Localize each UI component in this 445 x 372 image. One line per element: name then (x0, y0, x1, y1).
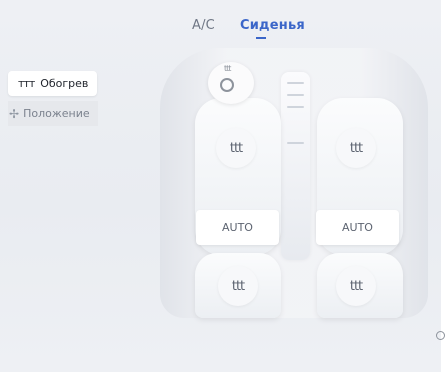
seat-heat-rear-left-icon[interactable]: ttt (218, 266, 258, 306)
console-detail (287, 142, 304, 144)
steering-wheel-heat-button[interactable]: ttt (208, 62, 254, 104)
heat-mode-button[interactable]: ттт Обогрев (8, 71, 97, 96)
seat-heat-rear-right-icon[interactable]: ttt (336, 266, 376, 306)
steering-wheel-icon (220, 78, 234, 92)
info-icon[interactable] (436, 331, 445, 340)
console-detail (287, 94, 304, 96)
seat-heat-icon: ттт (18, 77, 35, 90)
position-mode-label: Положение (23, 107, 90, 120)
console-detail (287, 82, 304, 84)
heat-mode-label: Обогрев (40, 77, 89, 90)
panel-edge (441, 0, 445, 372)
tab-seats[interactable]: Сиденья (240, 18, 305, 33)
car-top-view: ttt (160, 48, 428, 318)
console-detail (287, 106, 304, 108)
tab-active-indicator (256, 37, 266, 39)
tab-bar: A/C Сиденья (0, 18, 445, 42)
seat-heat-front-left-icon[interactable]: ttt (216, 128, 256, 168)
tab-ac[interactable]: A/C (192, 18, 215, 33)
auto-front-right-button[interactable]: AUTO (316, 210, 399, 245)
center-console (281, 72, 310, 260)
move-arrows-icon: ✢ (9, 106, 20, 121)
steering-heat-icon: ttt (224, 64, 231, 73)
seat-heat-front-right-icon[interactable]: ttt (336, 128, 376, 168)
position-mode-button[interactable]: ✢ Положение (8, 101, 98, 126)
auto-front-left-button[interactable]: AUTO (196, 210, 279, 245)
